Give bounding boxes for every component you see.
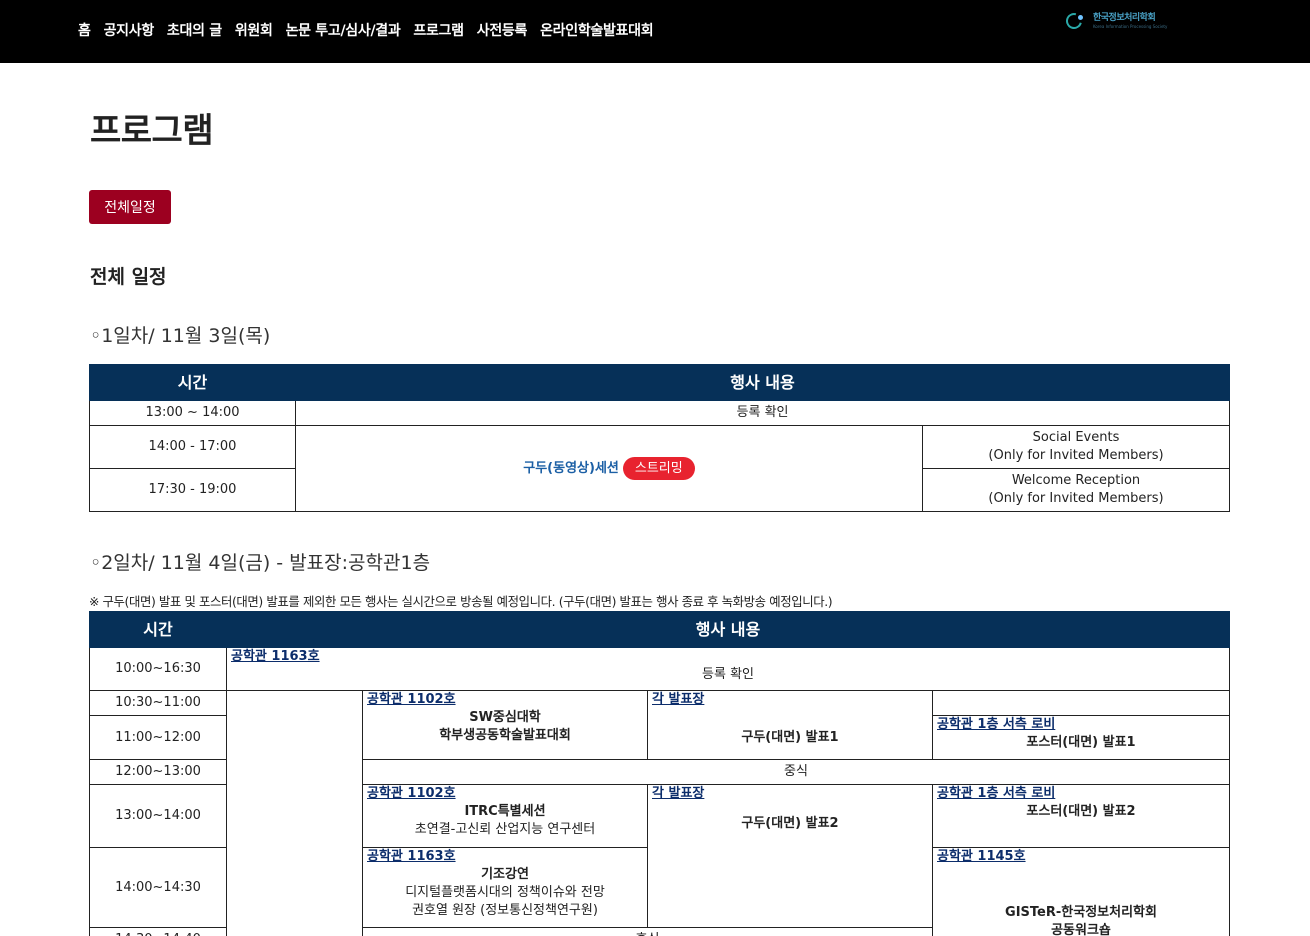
room-link[interactable]: 각 발표장 bbox=[648, 691, 932, 709]
poster1-text: 포스터(대면) 발표1 bbox=[1026, 735, 1136, 750]
table-row: 13:00 ~ 14:00 등록 확인 bbox=[89, 400, 1231, 426]
logo-name: 한국정보처리학회 bbox=[1093, 12, 1156, 23]
gister-workshop-title: GISTeR-한국정보처리학회 bbox=[1005, 905, 1157, 920]
room-link[interactable]: 공학관 1163호 bbox=[227, 648, 1229, 666]
social-events-label: Social Events bbox=[1032, 430, 1120, 445]
table-row: 10:00~16:30 공학관 1163호 등록 확인 bbox=[89, 647, 1231, 691]
lunch-cell: 중식 bbox=[361, 759, 1231, 785]
oral1-text: 구두(대면) 발표1 bbox=[741, 730, 839, 745]
nav-invitation[interactable]: 초대의 글 bbox=[167, 20, 222, 40]
table-header-row: 시간 행사 내용 bbox=[89, 364, 1231, 401]
poster2-cell: 공학관 1층 서측 로비 포스터(대면) 발표2 bbox=[931, 784, 1231, 848]
content-header: 행사 내용 bbox=[225, 611, 1231, 648]
room-link[interactable]: 공학관 1163호 bbox=[363, 848, 647, 866]
oral-video-session-cell: 구두(동영상)세션 스트리밍 bbox=[295, 425, 923, 512]
day1-schedule-table: 시간 행사 내용 13:00 ~ 14:00 등록 확인 14:00 - 17:… bbox=[89, 364, 1231, 512]
sw-session-title: SW중심대학 bbox=[469, 710, 541, 725]
page-title: 프로그램 bbox=[90, 111, 214, 151]
room-link[interactable]: 공학관 1층 서측 로비 bbox=[933, 785, 1229, 803]
sw-session-cell: 공학관 1102호 SW중심대학 학부생공동학술발표대회 bbox=[362, 690, 648, 760]
top-navigation-bar: 홈 공지사항 초대의 글 위원회 논문 투고/심사/결과 프로그램 사전등록 온… bbox=[0, 0, 1310, 63]
social-events-note: (Only for Invited Members) bbox=[988, 448, 1164, 463]
sw-session-subtitle: 학부생공동학술발표대회 bbox=[439, 728, 571, 743]
poster1-cell: 공학관 1층 서측 로비 포스터(대면) 발표1 bbox=[931, 715, 1231, 760]
itrc-session-subtitle: 초연결-고신뢰 산업지능 연구센터 bbox=[414, 822, 596, 837]
time-cell: 10:00~16:30 bbox=[89, 647, 227, 691]
room-link[interactable]: 공학관 1102호 bbox=[363, 691, 647, 709]
table-row: 10:30~11:00 공학관 1102호 SW중심대학 학부생공동학술발표대회… bbox=[89, 690, 1231, 936]
empty-track-cell bbox=[226, 690, 363, 936]
gister-workshop-cell: 공학관 1145호 GISTeR-한국정보처리학회 공동워크숍 bbox=[931, 847, 1231, 936]
welcome-reception-note: (Only for Invited Members) bbox=[988, 491, 1164, 506]
keynote-speaker: 권호열 원장 (정보통신정책연구원) bbox=[412, 903, 598, 918]
kips-logo[interactable]: 한국정보처리학회 Korea Information Processing So… bbox=[1063, 10, 1168, 32]
break-cell: 휴식 bbox=[362, 927, 933, 936]
oral2-cell: 각 발표장 구두(대면) 발표2 bbox=[647, 784, 933, 928]
nav-program[interactable]: 프로그램 bbox=[413, 20, 464, 40]
registration-text: 등록 확인 bbox=[702, 667, 754, 682]
nav-committee[interactable]: 위원회 bbox=[235, 20, 273, 40]
nav-online-conference[interactable]: 온라인학술발표대회 bbox=[540, 20, 654, 40]
time-cell: 17:30 - 19:00 bbox=[89, 468, 296, 512]
nav-notices[interactable]: 공지사항 bbox=[104, 20, 155, 40]
oral-video-session-link[interactable]: 구두(동영상)세션 bbox=[523, 461, 619, 476]
section-title: 전체 일정 bbox=[90, 266, 167, 288]
time-cell: 13:00~14:00 bbox=[89, 784, 227, 848]
nav-preregistration[interactable]: 사전등록 bbox=[477, 20, 528, 40]
oral2-text: 구두(대면) 발표2 bbox=[741, 816, 839, 831]
time-cell: 14:30~14:40 bbox=[89, 927, 227, 936]
time-cell: 14:00 - 17:00 bbox=[89, 425, 296, 469]
table-header-row: 시간 행사 내용 bbox=[89, 611, 1231, 648]
time-cell: 13:00 ~ 14:00 bbox=[89, 400, 296, 426]
time-cell: 14:00~14:30 bbox=[89, 847, 227, 928]
day2-schedule-table: 시간 행사 내용 10:00~16:30 공학관 1163호 등록 확인 10:… bbox=[89, 611, 1231, 936]
main-nav: 홈 공지사항 초대의 글 위원회 논문 투고/심사/결과 프로그램 사전등록 온… bbox=[78, 20, 654, 40]
oral1-cell: 각 발표장 구두(대면) 발표1 bbox=[647, 690, 933, 760]
social-events-cell: Social Events (Only for Invited Members) bbox=[921, 425, 1231, 469]
room-link[interactable]: 공학관 1층 서측 로비 bbox=[933, 716, 1229, 734]
itrc-session-title: ITRC특별세션 bbox=[464, 804, 546, 819]
gister-workshop-subtitle: 공동워크숍 bbox=[1051, 923, 1111, 936]
room-link[interactable]: 공학관 1102호 bbox=[363, 785, 647, 803]
table-row: 14:00 - 17:00 구두(동영상)세션 스트리밍 Social Event… bbox=[89, 425, 1231, 512]
kips-logo-icon bbox=[1063, 10, 1090, 32]
keynote-topic: 디지털플랫폼시대의 정책이슈와 전망 bbox=[405, 885, 605, 900]
keynote-title: 기조강연 bbox=[481, 867, 529, 882]
time-header: 시간 bbox=[89, 611, 227, 648]
itrc-session-cell: 공학관 1102호 ITRC특별세션 초연결-고신뢰 산업지능 연구센터 bbox=[362, 784, 648, 848]
content-header: 행사 내용 bbox=[294, 364, 1231, 401]
streaming-badge[interactable]: 스트리밍 bbox=[622, 457, 695, 480]
nav-paper-submission[interactable]: 논문 투고/심사/결과 bbox=[286, 20, 401, 40]
logo-subtitle: Korea Information Processing Society bbox=[1093, 23, 1168, 29]
room-link[interactable]: 공학관 1145호 bbox=[933, 848, 1229, 866]
keynote-cell: 공학관 1163호 기조강연 디지털플랫폼시대의 정책이슈와 전망 권호열 원장… bbox=[362, 847, 648, 928]
time-header: 시간 bbox=[89, 364, 296, 401]
room-link[interactable]: 각 발표장 bbox=[648, 785, 932, 803]
time-cell: 10:30~11:00 bbox=[89, 690, 227, 716]
day2-title: ◦2일차/ 11월 4일(금) - 발표장:공학관1층 bbox=[90, 552, 431, 574]
registration-cell: 공학관 1163호 등록 확인 bbox=[225, 647, 1231, 691]
time-cell: 12:00~13:00 bbox=[89, 759, 227, 785]
registration-cell: 등록 확인 bbox=[294, 400, 1231, 426]
time-cell: 11:00~12:00 bbox=[89, 715, 227, 760]
poster2-text: 포스터(대면) 발표2 bbox=[1026, 804, 1136, 819]
welcome-reception-label: Welcome Reception bbox=[1011, 473, 1141, 488]
empty-cell bbox=[931, 690, 1231, 716]
welcome-reception-cell: Welcome Reception (Only for Invited Memb… bbox=[921, 468, 1231, 512]
nav-home[interactable]: 홈 bbox=[78, 20, 91, 40]
tab-full-schedule[interactable]: 전체일정 bbox=[89, 190, 171, 224]
day1-title: ◦1일차/ 11월 3일(목) bbox=[90, 325, 271, 347]
broadcast-notice: ※ 구두(대면) 발표 및 포스터(대면) 발표를 제외한 모든 행사는 실시간… bbox=[89, 594, 833, 609]
